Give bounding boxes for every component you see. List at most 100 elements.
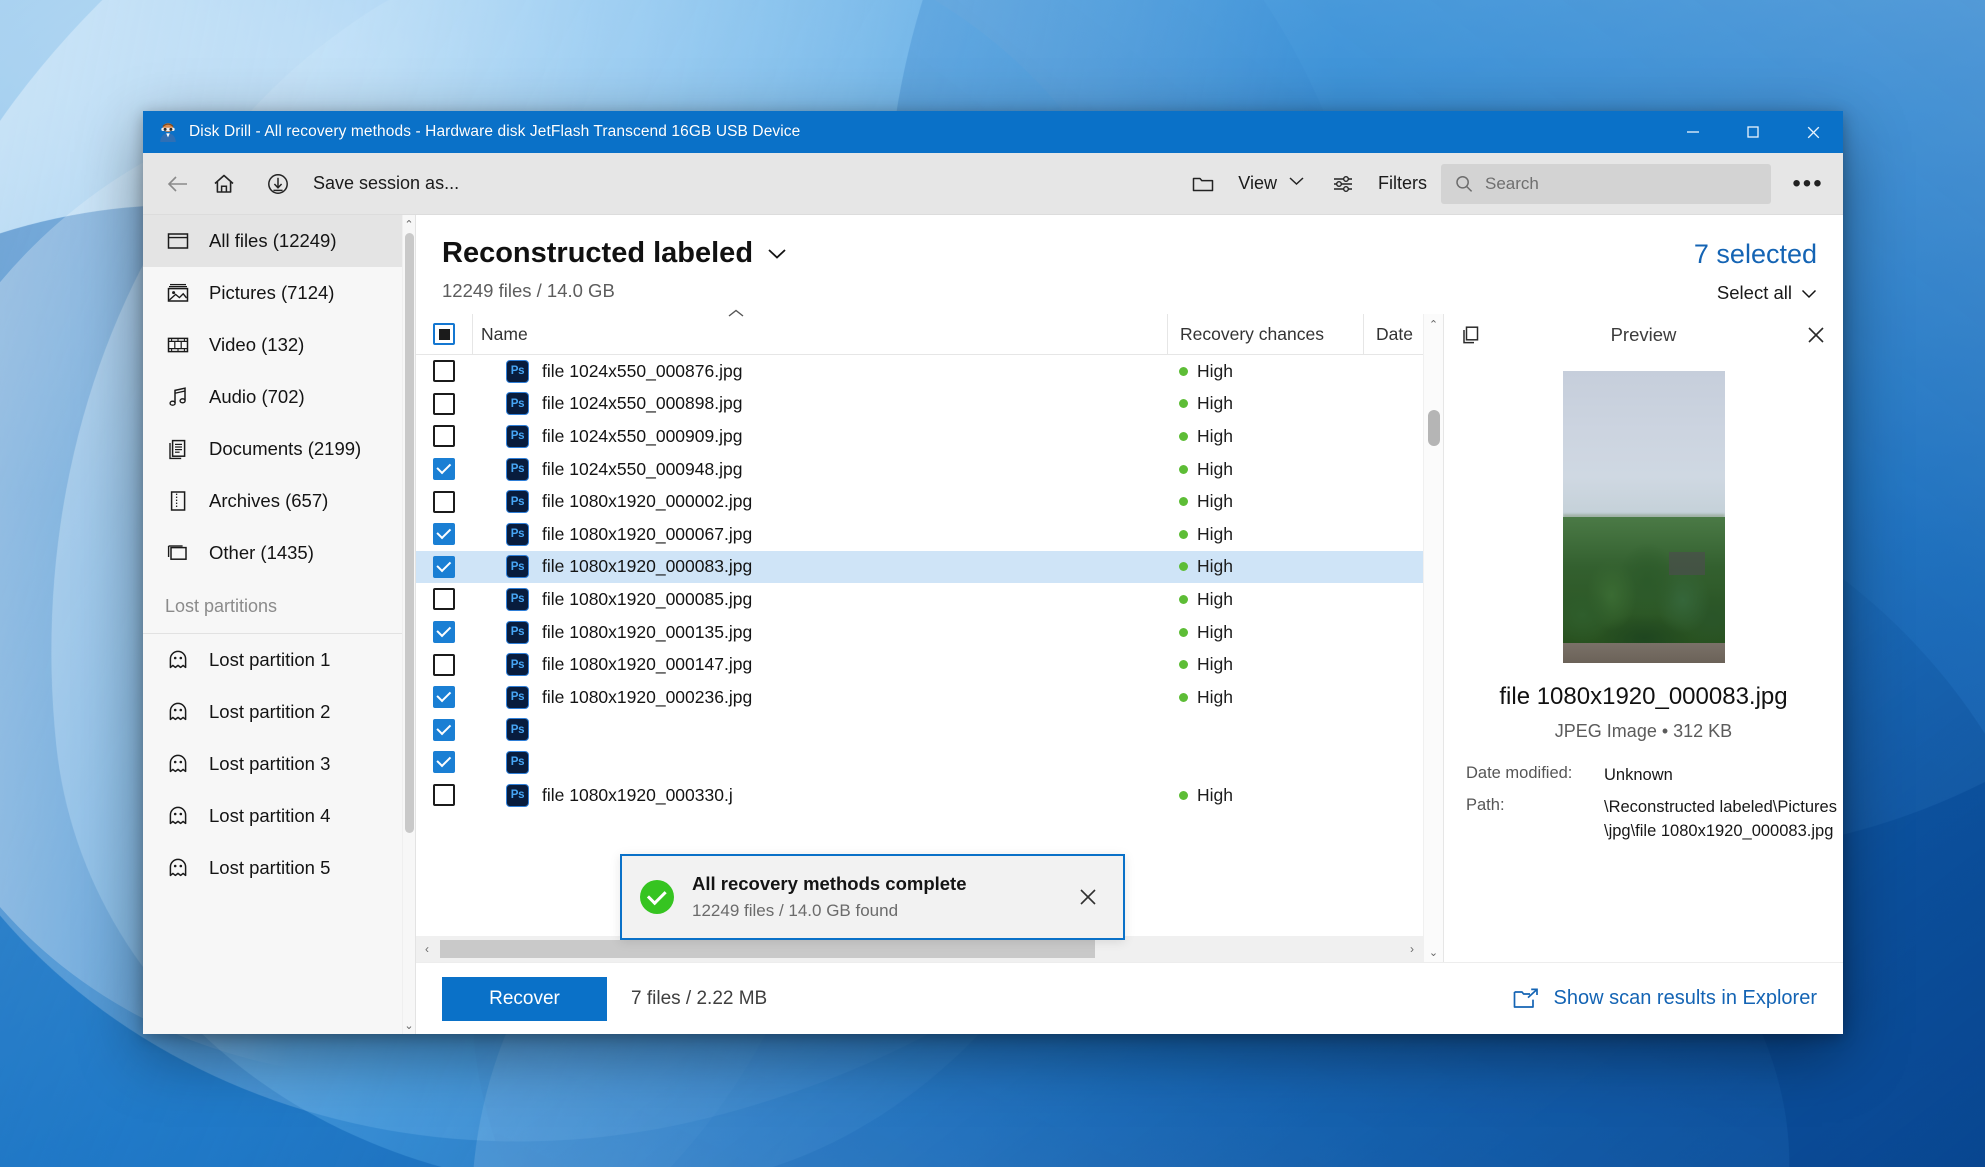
column-header-recovery-chances[interactable]: Recovery chances xyxy=(1167,314,1363,354)
file-name-cell[interactable]: Ps file 1024x550_000909.jpg xyxy=(472,424,1167,448)
row-checkbox-cell[interactable] xyxy=(416,588,472,611)
sidebar-item-video[interactable]: Video (132) xyxy=(143,319,402,371)
sidebar-item-pictures[interactable]: Pictures (7124) xyxy=(143,267,402,319)
table-row[interactable]: Ps file 1080x1920_000147.jpg High xyxy=(416,648,1423,681)
table-row[interactable]: Ps file 1080x1920_000083.jpg High xyxy=(416,550,1423,584)
file-name-cell[interactable]: Ps file 1080x1920_000083.jpg xyxy=(472,555,1167,579)
row-checkbox-cell[interactable] xyxy=(416,621,472,644)
row-checkbox-cell[interactable] xyxy=(416,425,472,448)
hscroll-thumb[interactable] xyxy=(440,940,1095,958)
table-row[interactable]: Ps file 1080x1920_000236.jpg High xyxy=(416,681,1423,714)
select-all-checkbox-cell[interactable] xyxy=(416,323,472,345)
copy-panel-icon[interactable] xyxy=(1458,323,1484,347)
file-name-cell[interactable]: Ps file 1080x1920_000330.j xyxy=(472,783,1167,807)
row-checkbox-cell[interactable] xyxy=(416,458,472,481)
vscroll-thumb[interactable] xyxy=(1428,410,1440,446)
table-row[interactable]: Ps file 1080x1920_000085.jpg High xyxy=(416,583,1423,616)
row-checkbox[interactable] xyxy=(433,784,455,807)
maximize-button[interactable] xyxy=(1723,111,1783,153)
hscroll-track[interactable] xyxy=(438,940,1401,958)
sidebar-item-other[interactable]: Other (1435) xyxy=(143,527,402,579)
minimize-button[interactable] xyxy=(1663,111,1723,153)
file-name-cell[interactable]: Ps file 1080x1920_000067.jpg xyxy=(472,522,1167,546)
file-name-cell[interactable]: Ps file 1024x550_000876.jpg xyxy=(472,359,1167,383)
row-checkbox-cell[interactable] xyxy=(416,718,472,741)
row-checkbox[interactable] xyxy=(433,718,455,741)
row-checkbox[interactable] xyxy=(433,588,455,611)
sidebar-item-lost-partition-4[interactable]: Lost partition 4 xyxy=(143,790,402,842)
sidebar-item-lost-partition-1[interactable]: Lost partition 1 xyxy=(143,634,402,686)
sidebar-item-audio[interactable]: Audio (702) xyxy=(143,371,402,423)
row-checkbox[interactable] xyxy=(433,686,455,709)
row-checkbox-cell[interactable] xyxy=(416,392,472,415)
save-session-button[interactable]: Save session as... xyxy=(247,159,473,209)
row-checkbox-cell[interactable] xyxy=(416,523,472,546)
close-button[interactable] xyxy=(1783,111,1843,153)
file-name-cell[interactable]: Ps file 1080x1920_000147.jpg xyxy=(472,653,1167,677)
file-name-cell[interactable]: Ps file 1080x1920_000085.jpg xyxy=(472,587,1167,611)
more-options-button[interactable]: ••• xyxy=(1785,163,1831,205)
row-checkbox[interactable] xyxy=(433,425,455,448)
file-name-cell[interactable]: Ps file 1024x550_000898.jpg xyxy=(472,392,1167,416)
file-name-cell[interactable]: Ps file 1080x1920_000236.jpg xyxy=(472,685,1167,709)
page-title-row[interactable]: Reconstructed labeled xyxy=(442,237,787,270)
file-name-cell[interactable]: Ps file 1024x550_000948.jpg xyxy=(472,457,1167,481)
sidebar-item-lost-partition-3[interactable]: Lost partition 3 xyxy=(143,738,402,790)
row-checkbox-cell[interactable] xyxy=(416,555,472,578)
scroll-up-icon[interactable]: ⌃ xyxy=(1429,314,1438,334)
row-checkbox[interactable] xyxy=(433,523,455,546)
table-row[interactable]: Ps file 1024x550_000909.jpg High xyxy=(416,420,1423,453)
sidebar-item-lost-partition-5[interactable]: Lost partition 5 xyxy=(143,842,402,894)
scrollbar-thumb[interactable] xyxy=(405,233,414,833)
column-header-name[interactable]: Name xyxy=(472,309,1167,354)
sidebar-scrollbar[interactable]: ⌃ ⌄ xyxy=(402,215,415,1034)
table-row[interactable]: Ps file 1080x1920_000067.jpg High xyxy=(416,518,1423,551)
scroll-down-icon[interactable]: ⌄ xyxy=(1429,942,1438,962)
table-row[interactable]: Ps file 1024x550_000898.jpg High xyxy=(416,388,1423,421)
scroll-left-icon[interactable]: ‹ xyxy=(416,942,438,956)
row-checkbox-cell[interactable] xyxy=(416,490,472,513)
row-checkbox[interactable] xyxy=(433,392,455,415)
recover-button[interactable]: Recover xyxy=(442,976,607,1021)
preview-thumbnail[interactable] xyxy=(1562,371,1725,663)
row-checkbox-cell[interactable] xyxy=(416,784,472,807)
chevron-down-icon[interactable] xyxy=(767,247,787,260)
home-icon[interactable] xyxy=(201,163,247,205)
sidebar-item-archives[interactable]: Archives (657) xyxy=(143,475,402,527)
scroll-up-icon[interactable]: ⌃ xyxy=(404,215,413,233)
header-checkbox[interactable] xyxy=(433,323,455,345)
show-in-explorer-link[interactable]: Show scan results in Explorer xyxy=(1512,987,1817,1011)
file-name-cell[interactable]: Ps file 1080x1920_000135.jpg xyxy=(472,620,1167,644)
row-checkbox-cell[interactable] xyxy=(416,360,472,383)
row-checkbox[interactable] xyxy=(433,360,455,383)
scroll-right-icon[interactable]: › xyxy=(1401,942,1423,956)
file-name-cell[interactable]: Ps file 1080x1920_000002.jpg xyxy=(472,490,1167,514)
row-checkbox[interactable] xyxy=(433,458,455,481)
row-checkbox-cell[interactable] xyxy=(416,751,472,774)
column-header-date[interactable]: Date xyxy=(1363,314,1423,354)
table-row[interactable]: Ps file 1080x1920_000330.j High xyxy=(416,779,1423,812)
table-row[interactable]: Ps file 1024x550_000948.jpg High xyxy=(416,453,1423,486)
row-checkbox[interactable] xyxy=(433,621,455,644)
table-row[interactable]: Ps xyxy=(416,714,1423,747)
table-row[interactable]: Ps file 1024x550_000876.jpg High xyxy=(416,355,1423,388)
file-name-cell[interactable]: Ps xyxy=(472,718,1167,742)
back-button[interactable] xyxy=(155,163,201,205)
row-checkbox[interactable] xyxy=(433,653,455,676)
file-name-cell[interactable]: Ps xyxy=(472,750,1167,774)
table-row[interactable]: Ps file 1080x1920_000002.jpg High xyxy=(416,485,1423,518)
table-row[interactable]: Ps file 1080x1920_000135.jpg High xyxy=(416,616,1423,649)
search-input[interactable]: Search xyxy=(1441,163,1771,204)
row-checkbox-cell[interactable] xyxy=(416,686,472,709)
row-checkbox[interactable] xyxy=(433,555,455,578)
sidebar-item-documents[interactable]: Documents (2199) xyxy=(143,423,402,475)
close-icon[interactable] xyxy=(1803,324,1829,346)
view-button[interactable]: View xyxy=(1172,159,1312,209)
row-checkbox[interactable] xyxy=(433,490,455,513)
filters-button[interactable]: Filters xyxy=(1312,159,1441,209)
scroll-down-icon[interactable]: ⌄ xyxy=(404,1016,413,1034)
table-vertical-scrollbar[interactable]: ⌃ ⌄ xyxy=(1423,314,1443,962)
table-row[interactable]: Ps xyxy=(416,746,1423,779)
row-checkbox-cell[interactable] xyxy=(416,653,472,676)
select-all-button[interactable]: Select all xyxy=(1694,282,1817,304)
